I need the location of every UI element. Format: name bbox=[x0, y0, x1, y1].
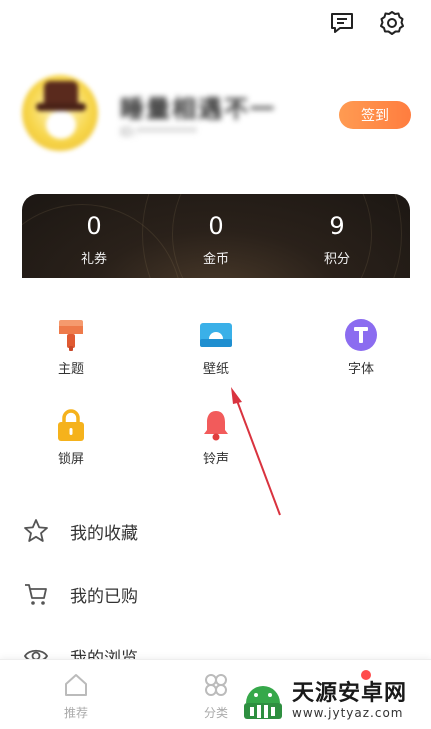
watermark-title: 天源安卓网 bbox=[292, 681, 408, 706]
feature-font[interactable]: 字体 bbox=[321, 318, 401, 377]
avatar[interactable] bbox=[22, 75, 98, 151]
bell-icon bbox=[199, 408, 233, 442]
profile-section: 睡量相遇不一 ID:********** 签到 bbox=[22, 75, 411, 155]
feature-ringtone-label: 铃声 bbox=[202, 452, 229, 467]
points-label: 积分 bbox=[323, 252, 350, 267]
tab-category-label: 分类 bbox=[203, 706, 228, 720]
font-T-icon bbox=[344, 318, 378, 352]
settings-gear-icon[interactable] bbox=[377, 8, 407, 38]
feature-ringtone[interactable]: 铃声 bbox=[176, 408, 256, 467]
feature-wallpaper-label: 壁纸 bbox=[202, 362, 229, 377]
tab-category[interactable]: 分类 bbox=[186, 672, 246, 721]
coupon-stat[interactable]: 0 礼券 bbox=[34, 212, 154, 267]
coupon-count: 0 bbox=[86, 212, 102, 240]
tab-recommend[interactable]: 推荐 bbox=[46, 672, 106, 721]
menu-item-purchased-label: 我的已购 bbox=[70, 586, 138, 607]
user-id: ID:********** bbox=[120, 125, 197, 139]
menu-item-purchased[interactable]: 我的已购 bbox=[22, 579, 412, 609]
feature-lockscreen[interactable]: 锁屏 bbox=[31, 408, 111, 467]
home-icon bbox=[65, 674, 87, 696]
points-stat[interactable]: 9 积分 bbox=[277, 212, 397, 267]
feature-theme-label: 主题 bbox=[57, 362, 84, 377]
watermark-url: www.jytyaz.com bbox=[292, 706, 404, 720]
coin-label: 金币 bbox=[202, 252, 229, 267]
feature-wallpaper[interactable]: 壁纸 bbox=[176, 318, 256, 377]
star-icon bbox=[22, 517, 50, 545]
nickname[interactable]: 睡量相遇不一 bbox=[120, 89, 276, 124]
feature-font-label: 字体 bbox=[347, 362, 374, 377]
points-count: 9 bbox=[329, 212, 345, 240]
tab-recommend-label: 推荐 bbox=[63, 706, 88, 720]
lock-icon bbox=[54, 408, 88, 442]
feature-theme[interactable]: 主题 bbox=[31, 318, 111, 377]
coin-count: 0 bbox=[208, 212, 224, 240]
menu-item-favorites[interactable]: 我的收藏 bbox=[22, 516, 412, 546]
coupon-label: 礼券 bbox=[80, 252, 107, 267]
signin-button[interactable]: 签到 bbox=[339, 101, 411, 129]
wallet-card: 0 礼券 0 金币 9 积分 bbox=[22, 194, 410, 278]
cart-icon bbox=[22, 580, 50, 608]
feature-lockscreen-label: 锁屏 bbox=[57, 452, 84, 467]
category-icon bbox=[205, 674, 227, 696]
coin-stat[interactable]: 0 金币 bbox=[156, 212, 276, 267]
menu-item-favorites-label: 我的收藏 bbox=[70, 523, 138, 544]
android-logo-icon bbox=[240, 681, 286, 721]
site-watermark: 天源安卓网 www.jytyaz.com bbox=[240, 676, 431, 726]
wallpaper-icon bbox=[199, 318, 233, 352]
top-bar bbox=[327, 8, 407, 38]
paint-brush-icon bbox=[54, 318, 88, 352]
message-icon[interactable] bbox=[327, 8, 357, 38]
